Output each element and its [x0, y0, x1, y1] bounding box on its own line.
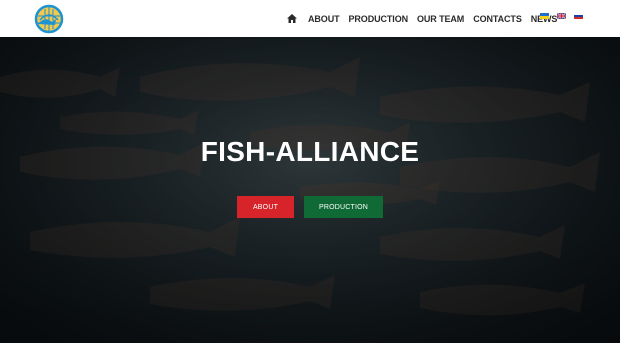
english-flag-icon[interactable] — [557, 13, 566, 19]
nav-production[interactable]: PRODUCTION — [349, 14, 409, 24]
globe-fish-icon — [34, 4, 64, 34]
fish-school-background-image — [0, 37, 620, 343]
production-button[interactable]: PRODUCTION — [304, 196, 383, 218]
fish-alliance-logo[interactable] — [34, 4, 64, 34]
nav-contacts[interactable]: CONTACTS — [473, 14, 522, 24]
about-button[interactable]: ABOUT — [237, 196, 294, 218]
nav-our-team[interactable]: OUR TEAM — [417, 14, 464, 24]
nav-about[interactable]: ABOUT — [308, 14, 340, 24]
site-header: ABOUT PRODUCTION OUR TEAM CONTACTS NEWS — [0, 0, 620, 37]
hero-banner: FISH-ALLIANCE ABOUT PRODUCTION — [0, 37, 620, 343]
ukrainian-flag-icon[interactable] — [540, 13, 549, 19]
home-icon[interactable] — [287, 13, 299, 25]
main-navigation: ABOUT PRODUCTION OUR TEAM CONTACTS NEWS — [287, 0, 566, 37]
hero-title: FISH-ALLIANCE — [200, 136, 420, 167]
russian-flag-icon[interactable] — [574, 13, 583, 19]
language-switcher — [540, 13, 591, 19]
